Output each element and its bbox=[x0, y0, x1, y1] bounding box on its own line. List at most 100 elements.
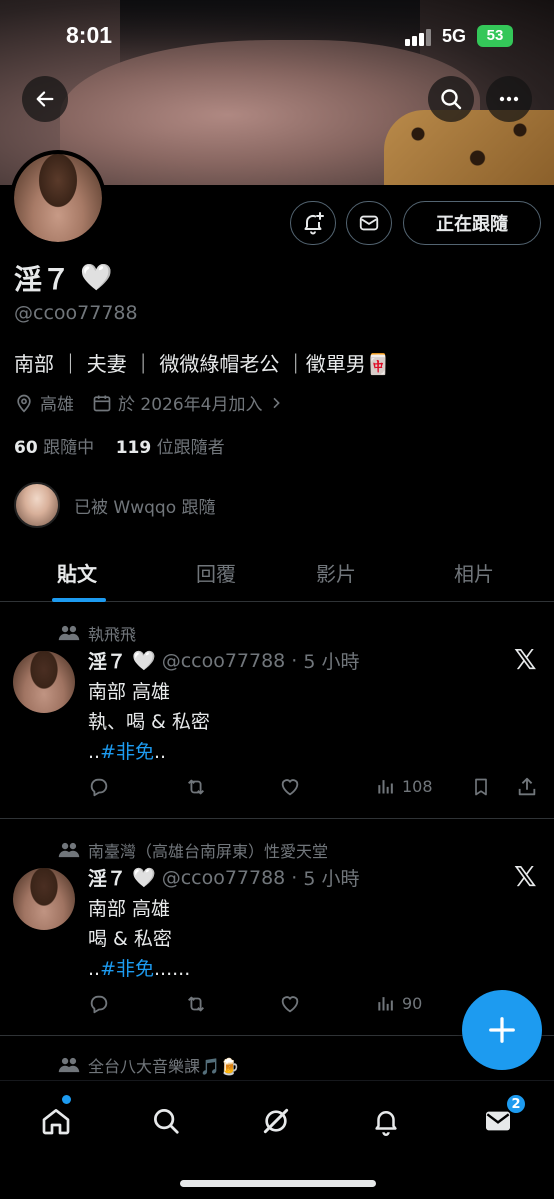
message-button[interactable] bbox=[346, 201, 392, 245]
bookmark-icon bbox=[475, 778, 487, 796]
profile-tabs: 貼文 回覆 影片 相片 bbox=[0, 540, 554, 602]
search-icon bbox=[441, 89, 462, 110]
nav-home[interactable] bbox=[36, 1101, 76, 1141]
tab-replies[interactable]: 回覆 bbox=[196, 558, 236, 587]
repost-icon bbox=[188, 779, 204, 795]
hashtag-link[interactable]: #非免 bbox=[100, 958, 154, 980]
post-time: 5 小時 bbox=[303, 651, 360, 673]
post-header: 淫７ 🤍 @ccoo77788 · 5 小時 bbox=[88, 647, 359, 674]
post-avatar[interactable] bbox=[13, 651, 75, 713]
repost-button[interactable] bbox=[184, 993, 208, 1015]
follow-stats: 60 跟隨中 119 位跟隨者 bbox=[14, 433, 225, 458]
post-text-prefix: .. bbox=[88, 958, 101, 980]
nav-grok[interactable] bbox=[256, 1101, 296, 1141]
home-icon bbox=[42, 1109, 70, 1135]
share-icon bbox=[518, 777, 536, 796]
post-separator: · bbox=[291, 649, 298, 672]
reply-icon bbox=[90, 778, 108, 797]
followers-link[interactable]: 119 位跟隨者 bbox=[116, 438, 225, 458]
community-context[interactable]: 南臺灣（高雄台南屏東）性愛天堂 bbox=[58, 838, 328, 862]
heart-emoji-icon: 🤍 bbox=[80, 263, 113, 293]
profile-handle: @ccoo77788 bbox=[14, 302, 138, 324]
profile-name-row: 淫７ 🤍 bbox=[14, 258, 112, 298]
nav-search[interactable] bbox=[146, 1101, 186, 1141]
views-button[interactable]: 90 bbox=[376, 993, 422, 1013]
back-button[interactable] bbox=[22, 76, 68, 122]
plus-icon bbox=[489, 1017, 515, 1043]
post-text-line: 南部 高雄 bbox=[88, 898, 171, 920]
views-count: 90 bbox=[402, 993, 423, 1013]
bell-plus-icon bbox=[304, 212, 324, 235]
avatar-photo bbox=[14, 154, 102, 242]
community-icon bbox=[58, 625, 80, 641]
following-count: 60 bbox=[14, 438, 38, 458]
search-button[interactable] bbox=[428, 76, 474, 122]
compose-button[interactable] bbox=[462, 990, 542, 1070]
post-text-line: 喝 & 私密 bbox=[88, 928, 172, 950]
post-avatar[interactable] bbox=[13, 868, 75, 930]
battery-level: 53 bbox=[486, 27, 504, 44]
hashtag-link[interactable]: #非免 bbox=[100, 741, 154, 763]
bar-chart-icon bbox=[378, 997, 393, 1011]
reply-icon bbox=[90, 995, 108, 1014]
following-button[interactable]: 正在跟隨 bbox=[403, 201, 541, 245]
tab-videos[interactable]: 影片 bbox=[316, 558, 356, 587]
status-time: 8:01 bbox=[66, 22, 113, 48]
post-author-name[interactable]: 淫７ bbox=[88, 647, 126, 674]
following-link[interactable]: 60 跟隨中 bbox=[14, 438, 94, 458]
post-author-name[interactable]: 淫７ bbox=[88, 864, 126, 891]
repost-button[interactable] bbox=[184, 776, 208, 798]
post-actions: 108 bbox=[88, 776, 540, 800]
post-text-suffix: ...... bbox=[154, 958, 191, 980]
post-time: 5 小時 bbox=[303, 868, 360, 890]
post-text-prefix: .. bbox=[88, 741, 101, 763]
notify-button[interactable] bbox=[290, 201, 336, 245]
reply-button[interactable] bbox=[88, 776, 110, 798]
bar-chart-icon bbox=[378, 780, 393, 794]
bookmark-button[interactable] bbox=[471, 776, 491, 798]
search-icon bbox=[154, 1109, 179, 1134]
like-button[interactable] bbox=[279, 776, 301, 798]
banner-leopard-fabric bbox=[384, 110, 554, 185]
reply-button[interactable] bbox=[88, 993, 110, 1015]
followed-by-row[interactable]: 已被 Wwqqo 跟隨 bbox=[14, 482, 216, 528]
nav-notifications[interactable] bbox=[366, 1101, 406, 1141]
community-context[interactable]: 全台八大音樂課🎵🍺 bbox=[58, 1053, 240, 1077]
followers-label: 位跟隨者 bbox=[156, 438, 225, 458]
profile-meta: 高雄 於 2026年4月加入 bbox=[14, 390, 284, 415]
chevron-right-icon[interactable] bbox=[268, 395, 284, 411]
x-logo-icon: 𝕏 bbox=[514, 643, 537, 676]
community-name: 全台八大音樂課🎵🍺 bbox=[88, 1057, 240, 1076]
tab-photos[interactable]: 相片 bbox=[454, 558, 494, 587]
profile-bio: 南部 ｜ 夫妻 ｜ 微微綠帽老公 ｜徵單男🀄 bbox=[14, 352, 391, 376]
share-button[interactable] bbox=[516, 776, 538, 798]
community-name: 南臺灣（高雄台南屏東）性愛天堂 bbox=[88, 842, 329, 861]
profile-name: 淫７ bbox=[14, 263, 71, 296]
status-bar: 8:01 5G 53 bbox=[0, 0, 554, 72]
network-label: 5G bbox=[442, 26, 467, 46]
post-text-line: ..#非免.. bbox=[88, 737, 166, 764]
heart-icon bbox=[281, 996, 299, 1013]
follower-avatar bbox=[14, 482, 60, 528]
tab-posts[interactable]: 貼文 bbox=[57, 558, 97, 587]
like-button[interactable] bbox=[279, 993, 301, 1015]
followers-count: 119 bbox=[115, 438, 152, 458]
messages-badge: 2 bbox=[505, 1093, 527, 1115]
signal-icon bbox=[405, 28, 431, 46]
post-author-handle: @ccoo77788 bbox=[161, 649, 286, 672]
views-button[interactable]: 108 bbox=[376, 776, 433, 796]
post-text-line: ..#非免...... bbox=[88, 954, 190, 981]
heart-emoji-icon: 🤍 bbox=[132, 867, 156, 889]
community-context[interactable]: 執飛飛 bbox=[58, 621, 136, 645]
location-pin-icon bbox=[17, 394, 31, 413]
home-indicator bbox=[180, 1180, 376, 1187]
followed-by-text: 已被 Wwqqo 跟隨 bbox=[74, 497, 216, 518]
more-button[interactable] bbox=[486, 76, 532, 122]
home-unread-dot bbox=[62, 1095, 71, 1104]
repost-icon bbox=[188, 996, 204, 1012]
post-header: 淫７ 🤍 @ccoo77788 · 5 小時 bbox=[88, 864, 359, 891]
arrow-left-icon bbox=[36, 91, 54, 107]
post-item[interactable]: 執飛飛 淫７ 🤍 @ccoo77788 · 5 小時 𝕏 南部 高雄 執、喝 &… bbox=[0, 603, 554, 819]
profile-avatar[interactable] bbox=[10, 150, 106, 246]
heart-icon bbox=[281, 779, 299, 796]
